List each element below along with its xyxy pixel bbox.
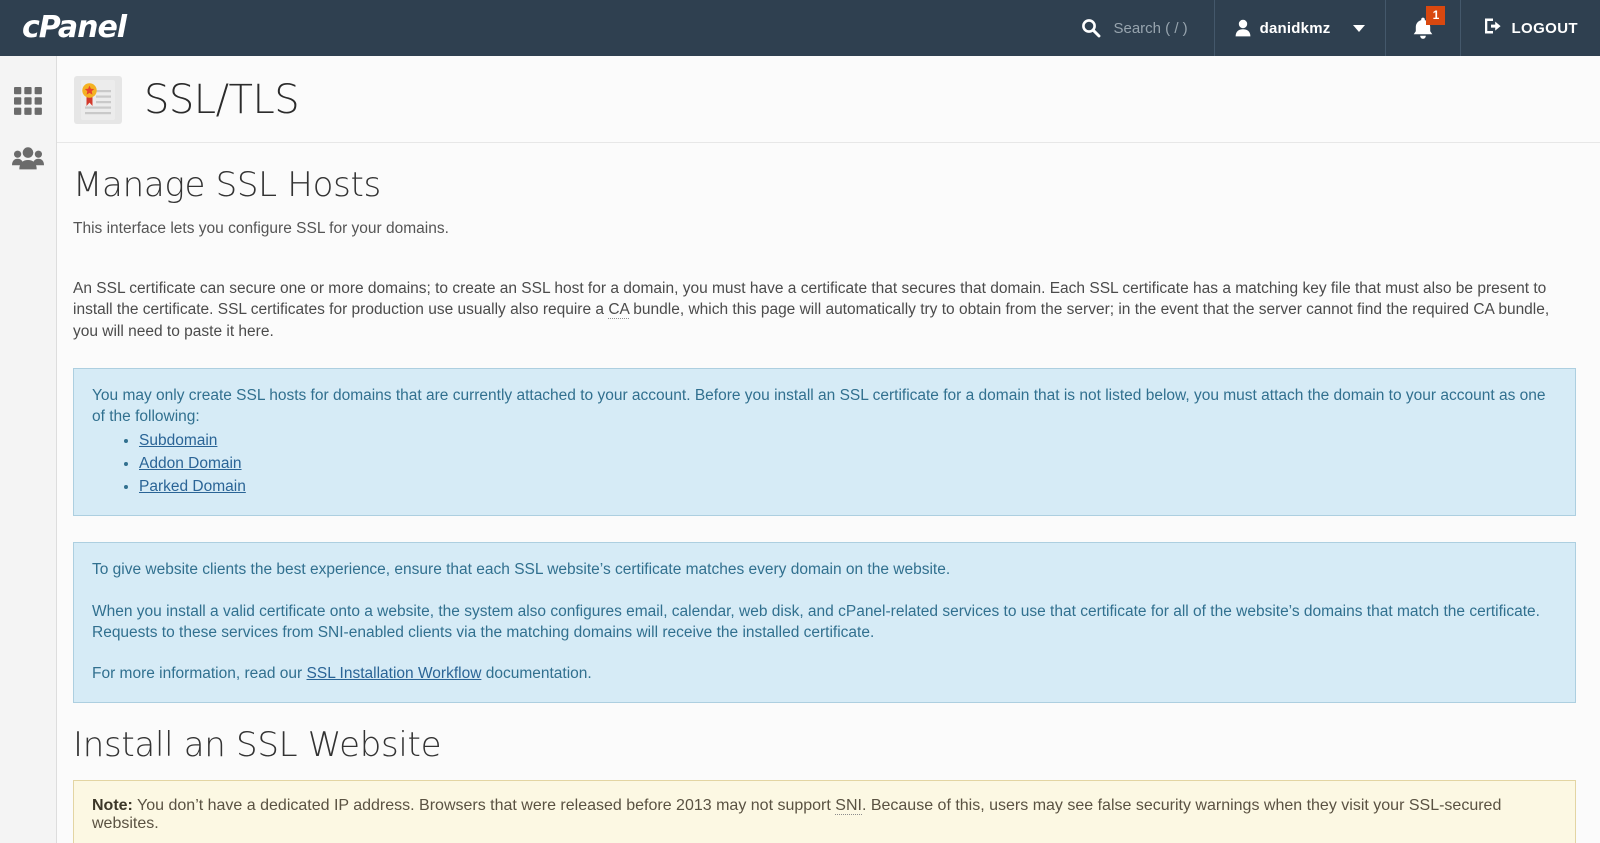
parked-domain-link[interactable]: Parked Domain <box>139 478 246 495</box>
ca-abbr: CA <box>608 301 629 320</box>
main-content: SSL/TLS Manage SSL Hosts This interface … <box>57 56 1600 843</box>
client-experience-paragraph-3: For more information, read our SSL Insta… <box>92 663 1557 684</box>
doc-text-before: For more information, read our <box>92 665 307 682</box>
install-ssl-website-heading: Install an SSL Website <box>73 725 442 766</box>
manage-ssl-hosts-heading: Manage SSL Hosts <box>73 165 381 205</box>
manage-ssl-hosts-subheading: This interface lets you configure SSL fo… <box>73 220 449 237</box>
user-icon <box>1235 19 1251 37</box>
logout-label: LOGOUT <box>1511 19 1578 37</box>
logout-button[interactable]: LOGOUT <box>1461 0 1600 56</box>
list-item: Subdomain <box>139 430 1557 451</box>
intro-paragraph: An SSL certificate can secure one or mor… <box>73 278 1553 342</box>
client-experience-paragraph-1: To give website clients the best experie… <box>92 561 951 579</box>
cpanel-logo[interactable]: cPanel <box>0 13 155 43</box>
note-text-before: You don’t have a dedicated IP address. B… <box>132 797 836 815</box>
users-icon <box>12 146 44 172</box>
dedicated-ip-note: Note: You don’t have a dedicated IP addr… <box>73 780 1576 843</box>
notifications-button[interactable]: 1 <box>1386 0 1460 56</box>
sidebar-item-apps[interactable] <box>0 72 56 130</box>
note-label: Note: <box>92 797 133 815</box>
notification-count-badge: 1 <box>1426 6 1446 25</box>
client-experience-alert: To give website clients the best experie… <box>73 542 1576 704</box>
left-sidebar <box>0 56 57 843</box>
content-body: Manage SSL Hosts This interface lets you… <box>57 165 1600 843</box>
sidebar-item-users[interactable] <box>0 130 56 188</box>
ssl-installation-workflow-link[interactable]: SSL Installation Workflow <box>307 665 482 682</box>
search-placeholder-text: Search ( / ) <box>1113 19 1188 37</box>
attach-domain-link-list: Subdomain Addon Domain Parked Domain <box>92 430 1557 498</box>
user-name-label: danidkmz <box>1259 19 1331 37</box>
chevron-down-icon <box>1353 24 1366 32</box>
user-menu-button[interactable]: danidkmz <box>1215 0 1386 56</box>
page-title: SSL/TLS <box>144 77 300 123</box>
list-item: Parked Domain <box>139 476 1557 497</box>
attach-domain-alert: You may only create SSL hosts for domain… <box>73 368 1576 517</box>
page-header: SSL/TLS <box>57 56 1600 143</box>
attach-domain-alert-text: You may only create SSL hosts for domain… <box>92 387 1546 426</box>
sni-abbr: SNI <box>835 797 862 816</box>
doc-text-after: documentation. <box>481 665 592 682</box>
subdomain-link[interactable]: Subdomain <box>139 432 217 449</box>
search-input[interactable]: Search ( / ) <box>1067 0 1213 56</box>
app-shell: SSL/TLS Manage SSL Hosts This interface … <box>0 56 1600 843</box>
certificate-icon <box>74 76 122 124</box>
grid-icon <box>13 86 43 116</box>
logout-icon <box>1483 17 1503 40</box>
client-experience-paragraph-2: When you install a valid certificate ont… <box>92 602 1540 641</box>
top-navigation-bar: cPanel Search ( / ) danidkmz 1 LOGOUT <box>0 0 1600 56</box>
cpanel-logo-text: cPanel <box>22 10 127 45</box>
search-icon <box>1081 18 1101 38</box>
addon-domain-link[interactable]: Addon Domain <box>139 455 242 472</box>
list-item: Addon Domain <box>139 453 1557 474</box>
